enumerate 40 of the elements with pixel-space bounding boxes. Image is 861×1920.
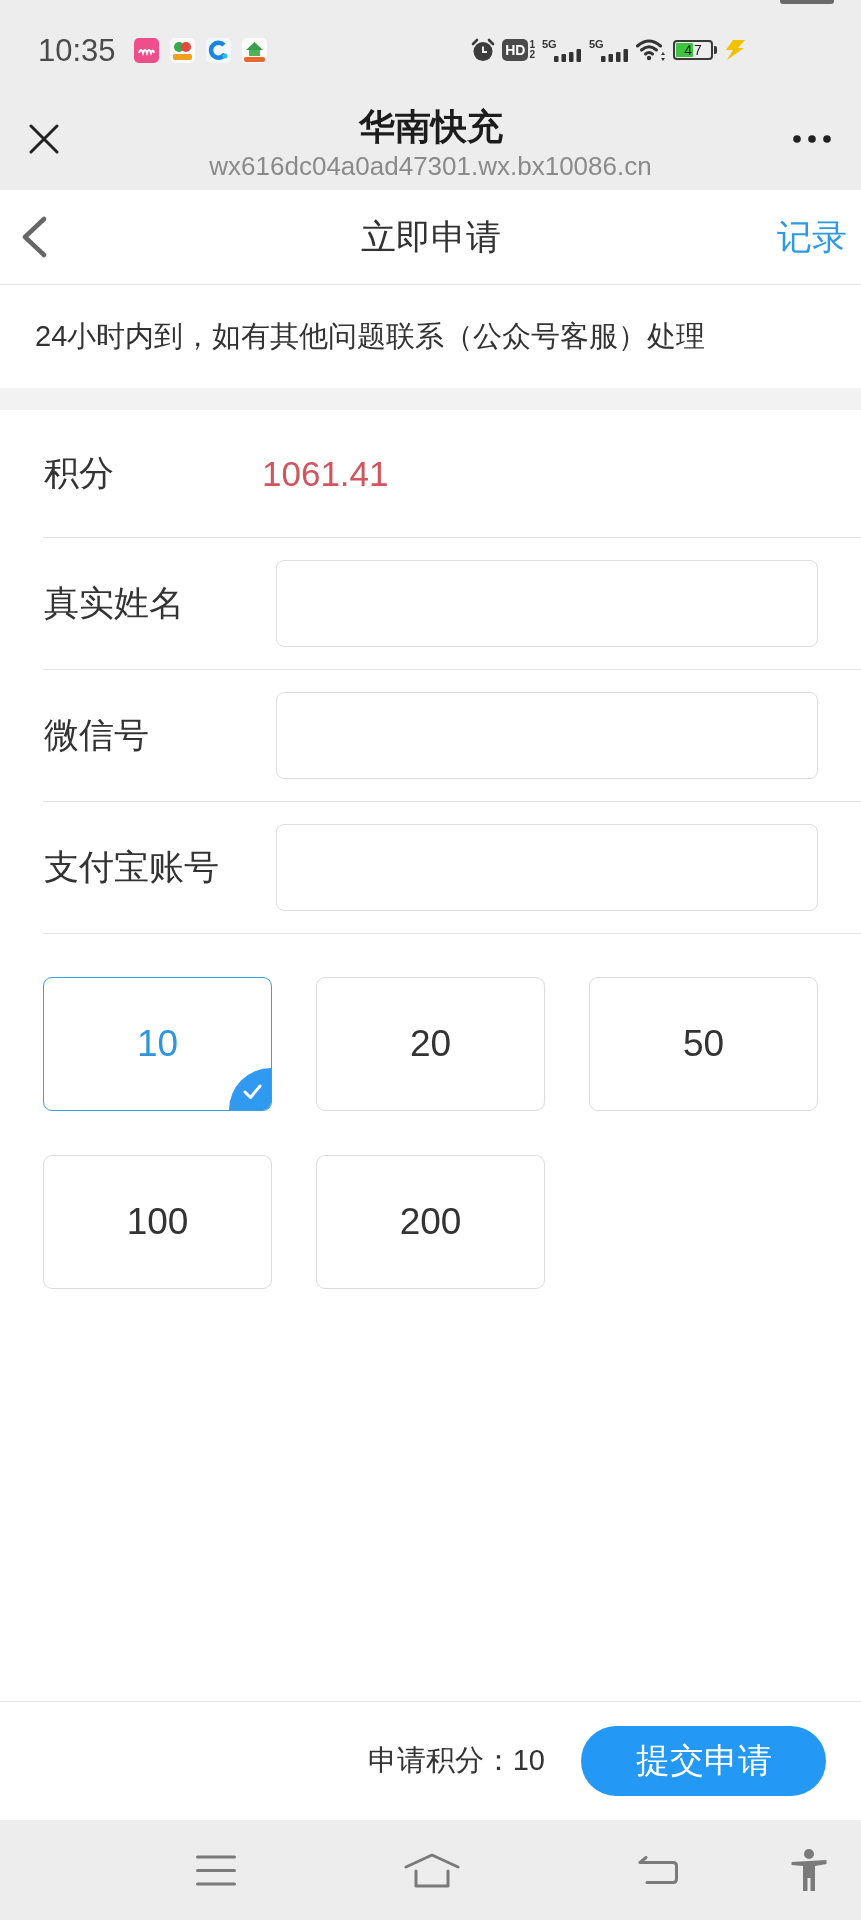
sim-number: 2 <box>529 50 535 60</box>
signal-bars-icon <box>601 48 628 62</box>
field-label: 支付宝账号 <box>43 846 220 888</box>
back-arrow-icon[interactable] <box>638 1856 678 1884</box>
network-type-label: 5G <box>542 38 557 50</box>
home-icon[interactable] <box>404 1852 460 1888</box>
accessibility-icon[interactable] <box>790 1849 828 1891</box>
app-icon <box>133 37 159 63</box>
alarm-icon <box>471 38 496 62</box>
menu-icon[interactable] <box>196 1854 236 1886</box>
amount-option[interactable]: 20 <box>316 977 545 1111</box>
charging-bolt-icon <box>724 40 747 60</box>
app-icon <box>169 37 195 63</box>
status-time: 10:35 <box>38 34 116 66</box>
ring-icon <box>205 37 231 63</box>
amount-option[interactable]: 50 <box>589 977 818 1111</box>
field-label: 积分 <box>43 452 115 494</box>
points-value: 1061.41 <box>262 453 389 494</box>
notch-bar <box>780 0 834 4</box>
close-icon[interactable] <box>29 124 59 154</box>
house-icon <box>241 37 267 63</box>
field-label: 真实姓名 <box>43 582 185 624</box>
browser-title: 华南快充 <box>358 107 503 147</box>
wifi-icon <box>636 39 666 61</box>
hd-badge: HD <box>502 39 529 61</box>
sim-number: 1 <box>529 40 535 50</box>
text-input-field[interactable] <box>276 824 818 911</box>
amount-option[interactable]: 100 <box>43 1155 272 1289</box>
network-type-label: 5G <box>589 38 604 50</box>
field-label: 微信号 <box>43 714 150 756</box>
text-input-field[interactable] <box>276 560 818 647</box>
page-title: 立即申请 <box>360 215 501 258</box>
back-icon[interactable] <box>21 216 47 258</box>
browser-url: wx616dc04a0ad47301.wx.bx10086.cn <box>209 151 652 181</box>
check-icon <box>229 1068 271 1110</box>
more-icon[interactable] <box>793 135 831 143</box>
points-summary: 申请积分：10 <box>367 1743 545 1778</box>
amount-option[interactable]: 200 <box>316 1155 545 1289</box>
text-input-field[interactable] <box>276 692 818 779</box>
signal-bars-icon <box>554 48 581 62</box>
